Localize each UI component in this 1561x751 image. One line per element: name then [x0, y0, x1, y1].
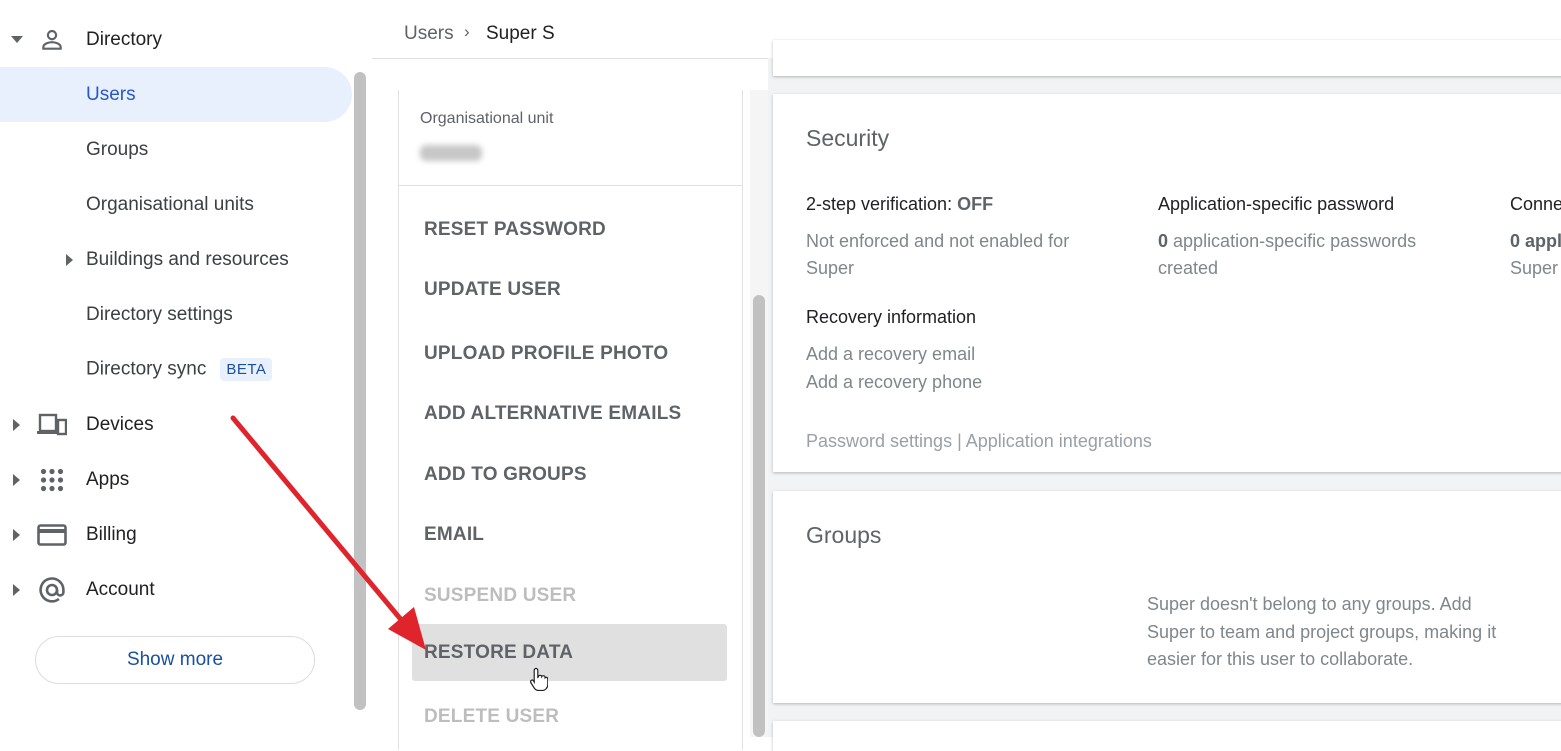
add-to-groups-button[interactable]: ADD TO GROUPS [412, 446, 727, 503]
connected-apps-desc-text: appl [1525, 231, 1561, 251]
reset-password-button[interactable]: RESET PASSWORD [412, 201, 727, 258]
connected-apps-label: Conne [1510, 194, 1561, 214]
sidebar-item-label: Organisational units [86, 193, 254, 215]
delete-user-button[interactable]: DELETE USER [412, 688, 727, 745]
caret-right-icon[interactable] [64, 253, 76, 266]
user-actions-panel: Organisational unit RESET PASSWORD UPDAT… [398, 90, 743, 750]
sidebar-item-label-wrap: Directory sync BETA [86, 358, 273, 381]
app-password-description: 0 application-specific passwords created [1158, 228, 1416, 282]
app-password-desc-text: application-specific passwords [1173, 231, 1417, 251]
security-card[interactable]: Security 2-step verification: OFF Not en… [773, 94, 1561, 472]
update-user-button[interactable]: UPDATE USER [412, 261, 727, 318]
sidebar-item-buildings-and-resources[interactable]: Buildings and resources [0, 232, 352, 287]
sidebar-item-billing[interactable]: Billing [0, 507, 352, 562]
add-alternative-emails-button[interactable]: ADD ALTERNATIVE EMAILS [412, 385, 727, 442]
sidebar-item-label: Groups [86, 138, 149, 160]
credit-card-icon [37, 520, 67, 550]
recovery-info-label: Recovery information [806, 307, 977, 327]
chevron-right-icon: › [464, 22, 470, 41]
app-password-desc-line2: created [1158, 258, 1219, 278]
sidebar-item-users[interactable]: Users [0, 67, 352, 122]
upload-profile-photo-button[interactable]: UPLOAD PROFILE PHOTO [412, 325, 727, 382]
org-unit-label: Organisational unit [420, 110, 554, 127]
sidebar-item-label: Directory settings [86, 303, 233, 325]
add-recovery-phone-link[interactable]: Add a recovery phone [806, 368, 982, 396]
hand-pointer-cursor-icon [530, 667, 548, 691]
user-info-card-partial [773, 40, 1561, 76]
connected-apps-description: 0 appl Super [1510, 228, 1561, 282]
person-icon [37, 25, 67, 55]
middle-scrollbar[interactable] [753, 295, 765, 737]
two-step-desc-line2: Super [806, 258, 855, 278]
sidebar-item-label: Apps [86, 468, 130, 490]
sidebar-item-directory[interactable]: Directory [0, 12, 352, 67]
connected-apps-line1: 0 appl [1510, 228, 1561, 255]
sidebar-item-devices[interactable]: Devices [0, 397, 352, 452]
app-password-label: Application-specific password [1158, 194, 1395, 214]
sidebar-item-directory-settings[interactable]: Directory settings [0, 287, 352, 342]
connected-apps-count: 0 [1510, 231, 1521, 251]
two-step-label-text: 2-step verification: [806, 194, 953, 214]
groups-card[interactable]: Groups Super doesn't belong to any group… [773, 491, 1561, 703]
caret-right-icon[interactable] [11, 418, 23, 431]
sidebar-item-label: Billing [86, 523, 137, 545]
connected-apps-desc-line2: Super [1510, 258, 1559, 278]
sidebar-item-label: Users [86, 83, 136, 105]
groups-title: Groups [806, 522, 882, 548]
two-step-label: 2-step verification: OFF [806, 194, 993, 215]
restore-data-button[interactable]: RESTORE DATA [412, 624, 727, 681]
two-step-desc-line1: Not enforced and not enabled for [806, 231, 1070, 251]
caret-right-icon[interactable] [11, 583, 23, 596]
sidebar-item-directory-sync[interactable]: Directory sync BETA [0, 342, 352, 397]
divider [399, 185, 742, 186]
sidebar-scrollbar[interactable] [354, 72, 366, 710]
two-step-value: OFF [957, 194, 994, 214]
caret-down-icon[interactable] [11, 34, 23, 46]
sidebar-item-groups[interactable]: Groups [0, 122, 352, 177]
security-title: Security [806, 125, 890, 151]
beta-badge: BETA [220, 358, 273, 381]
caret-right-icon[interactable] [11, 528, 23, 541]
org-unit-value-redacted [420, 145, 482, 161]
sidebar: Directory Users Groups Organisational un… [0, 0, 372, 737]
sidebar-item-label: Buildings and resources [86, 248, 289, 270]
recovery-info-list: Add a recovery email Add a recovery phon… [806, 340, 982, 396]
security-settings-links[interactable]: Password settings | Application integrat… [806, 431, 1152, 452]
at-sign-icon [37, 575, 67, 605]
sidebar-item-label: Directory [86, 28, 163, 50]
groups-empty-message: Super doesn't belong to any groups. Add … [1147, 594, 1497, 669]
breadcrumb-users-link[interactable]: Users [404, 23, 454, 45]
sidebar-item-label: Directory sync [86, 358, 207, 380]
show-more-button[interactable]: Show more [35, 636, 315, 684]
add-recovery-email-link[interactable]: Add a recovery email [806, 340, 982, 368]
next-card-partial [773, 721, 1561, 751]
app-password-count: 0 [1158, 231, 1169, 251]
apps-grid-icon [37, 465, 67, 495]
sidebar-item-account[interactable]: Account [0, 562, 352, 617]
email-button[interactable]: EMAIL [412, 506, 727, 563]
sidebar-item-organisational-units[interactable]: Organisational units [0, 177, 352, 232]
two-step-description: Not enforced and not enabled for Super [806, 228, 1069, 282]
sidebar-item-apps[interactable]: Apps [0, 452, 352, 507]
caret-right-icon[interactable] [11, 473, 23, 486]
sidebar-item-label: Devices [86, 413, 154, 435]
app-password-line1: 0 application-specific passwords [1158, 228, 1416, 255]
sidebar-item-label: Account [86, 578, 155, 600]
breadcrumb-current: Super S [486, 23, 555, 44]
devices-icon [37, 410, 67, 440]
suspend-user-button[interactable]: SUSPEND USER [412, 567, 727, 624]
